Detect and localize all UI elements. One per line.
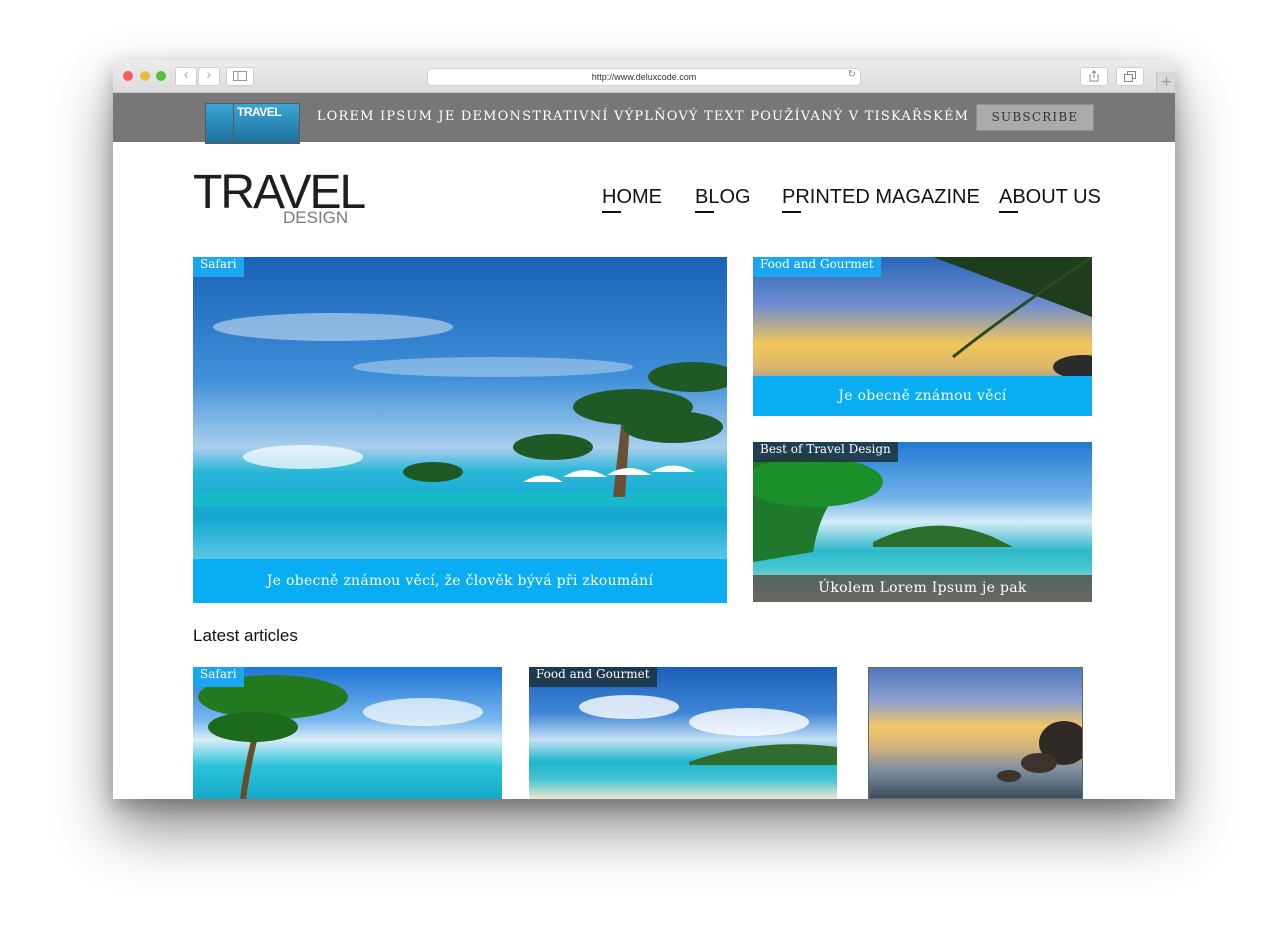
sidebar-button[interactable] bbox=[226, 67, 254, 86]
article-title[interactable]: Je obecně známou věcí bbox=[753, 376, 1092, 416]
nav-printed-magazine[interactable]: PRINTED MAGAZINE bbox=[782, 186, 980, 213]
browser-toolbar: ‹ › http://www.deluxcode.com ↻ + bbox=[113, 60, 1175, 93]
zoom-window-button[interactable] bbox=[156, 71, 166, 81]
promo-bar: TRAVEL LOREM IPSUM JE DEMONSTRATIVNÍ VÝP… bbox=[113, 93, 1175, 144]
browser-window: ‹ › http://www.deluxcode.com ↻ + TRAVEL … bbox=[113, 60, 1175, 799]
close-window-button[interactable] bbox=[123, 71, 133, 81]
tabs-button[interactable] bbox=[1116, 67, 1144, 86]
category-tag[interactable]: Best of Travel Design bbox=[753, 442, 898, 462]
category-tag[interactable]: Food and Gourmet bbox=[529, 667, 657, 687]
minimize-window-button[interactable] bbox=[140, 71, 150, 81]
category-tag[interactable]: Safari bbox=[193, 257, 244, 277]
forward-button[interactable]: › bbox=[198, 67, 220, 86]
share-button[interactable] bbox=[1080, 67, 1108, 86]
latest-card-image bbox=[997, 721, 1082, 782]
featured-main-image bbox=[193, 313, 727, 506]
featured-article-side-bottom[interactable]: Best of Travel Design Úkolem Lorem Ipsum… bbox=[753, 442, 1092, 602]
chevron-left-icon: ‹ bbox=[183, 68, 189, 83]
latest-article-card[interactable] bbox=[868, 667, 1083, 799]
url-text: http://www.deluxcode.com bbox=[591, 72, 697, 82]
nav-blog[interactable]: BLOG bbox=[695, 186, 751, 213]
plus-icon: + bbox=[1160, 74, 1173, 90]
article-title[interactable]: Je obecně známou věcí, že člověk bývá př… bbox=[193, 559, 727, 603]
category-tag[interactable]: Safari bbox=[193, 667, 244, 687]
promo-text: LOREM IPSUM JE DEMONSTRATIVNÍ VÝPLŇOVÝ T… bbox=[316, 109, 970, 124]
category-tag[interactable]: Food and Gourmet bbox=[753, 257, 881, 277]
latest-article-card[interactable]: Safari bbox=[193, 667, 502, 799]
nav-about-us[interactable]: ABOUT US bbox=[999, 186, 1101, 213]
address-bar[interactable]: http://www.deluxcode.com ↻ bbox=[427, 68, 861, 86]
magazine-title: TRAVEL bbox=[237, 105, 282, 119]
featured-article-side-top[interactable]: Food and Gourmet Je obecně známou věcí bbox=[753, 257, 1092, 416]
sidebar-icon bbox=[233, 71, 247, 81]
tabs-icon bbox=[1124, 71, 1136, 82]
latest-articles-heading: Latest articles bbox=[193, 626, 298, 645]
latest-article-card[interactable]: Food and Gourmet bbox=[529, 667, 837, 799]
back-button[interactable]: ‹ bbox=[175, 67, 197, 86]
magazine-cover[interactable]: TRAVEL bbox=[233, 103, 300, 144]
new-tab-button[interactable]: + bbox=[1156, 72, 1175, 92]
share-icon bbox=[1089, 70, 1099, 82]
reload-icon[interactable]: ↻ bbox=[848, 69, 856, 80]
logo-subtitle: DESIGN bbox=[283, 208, 349, 227]
magazine-cover-back bbox=[205, 103, 235, 144]
nav-home[interactable]: HOME bbox=[602, 186, 662, 213]
article-title[interactable]: Úkolem Lorem Ipsum je pak bbox=[753, 575, 1092, 602]
subscribe-button[interactable]: SUBSCRIBE bbox=[976, 104, 1094, 131]
chevron-right-icon: › bbox=[206, 68, 212, 83]
featured-article-main[interactable]: Safari Je obecně známou věcí, že člověk … bbox=[193, 257, 727, 603]
